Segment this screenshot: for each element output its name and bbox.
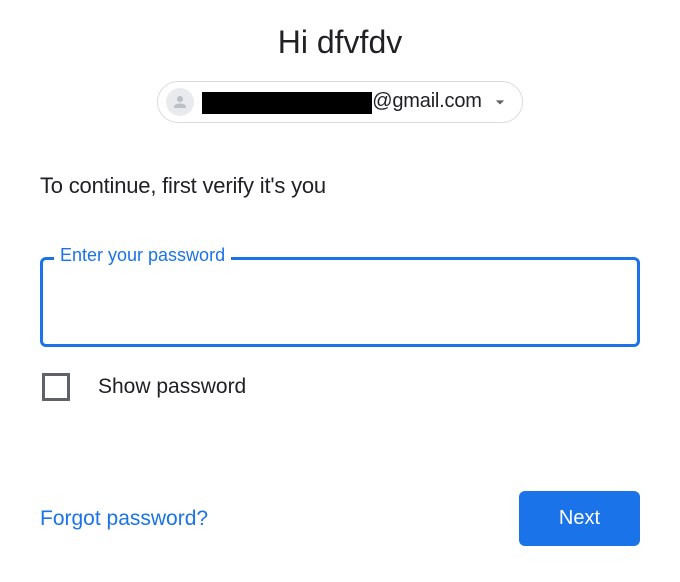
- greeting-title: Hi dfvfdv: [40, 24, 640, 61]
- chevron-down-icon: [490, 92, 510, 112]
- forgot-password-link[interactable]: Forgot password?: [40, 507, 208, 531]
- password-field-wrap: Enter your password: [40, 257, 640, 347]
- next-button[interactable]: Next: [519, 491, 640, 546]
- email-label: @gmail.com: [202, 90, 481, 114]
- email-domain: @gmail.com: [372, 90, 481, 112]
- password-field-label: Enter your password: [54, 245, 231, 266]
- password-input[interactable]: [40, 257, 640, 347]
- account-chip[interactable]: @gmail.com: [157, 81, 522, 123]
- avatar-icon: [166, 88, 194, 116]
- email-redacted: [202, 92, 372, 114]
- show-password-label: Show password: [98, 375, 246, 399]
- show-password-checkbox[interactable]: [42, 373, 70, 401]
- verify-instruction: To continue, first verify it's you: [40, 173, 640, 199]
